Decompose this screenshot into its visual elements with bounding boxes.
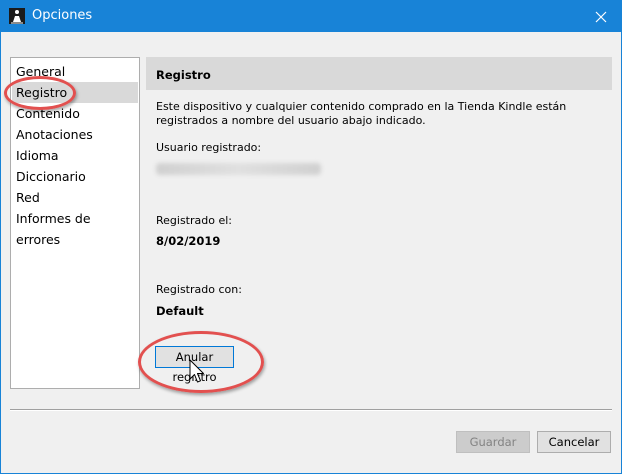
sidebar-item-informes-de-errores[interactable]: Informes de errores xyxy=(12,208,138,247)
registered-with-value: Default xyxy=(156,304,204,318)
registered-user-label: Usuario registrado: xyxy=(156,141,262,154)
panel-title: Registro xyxy=(156,68,211,82)
cancel-button[interactable]: Cancelar xyxy=(537,431,611,453)
redacted-email xyxy=(156,163,321,175)
title-bar: Opciones xyxy=(1,1,621,32)
registered-date-value: 8/02/2019 xyxy=(156,234,221,248)
sidebar-item-red[interactable]: Red xyxy=(12,187,138,208)
kindle-reader-icon xyxy=(9,8,25,24)
panel-header: Registro xyxy=(146,57,612,90)
save-button[interactable]: Guardar xyxy=(456,431,530,453)
sidebar-item-anotaciones[interactable]: Anotaciones xyxy=(12,124,138,145)
sidebar-item-diccionario[interactable]: Diccionario xyxy=(12,166,138,187)
registered-date-label: Registrado el: xyxy=(156,214,233,227)
mouse-cursor-icon xyxy=(189,359,204,383)
window-title: Opciones xyxy=(32,8,93,23)
footer-separator xyxy=(10,409,612,411)
close-icon xyxy=(595,11,607,22)
options-dialog: Opciones General Registro Contenido Anot… xyxy=(0,0,622,474)
sidebar-item-idioma[interactable]: Idioma xyxy=(12,145,138,166)
highlight-circle-registro xyxy=(4,76,76,110)
close-button[interactable] xyxy=(581,1,621,32)
registered-with-label: Registrado con: xyxy=(156,283,242,296)
registration-description: Este dispositivo y cualquier contenido c… xyxy=(156,100,567,127)
